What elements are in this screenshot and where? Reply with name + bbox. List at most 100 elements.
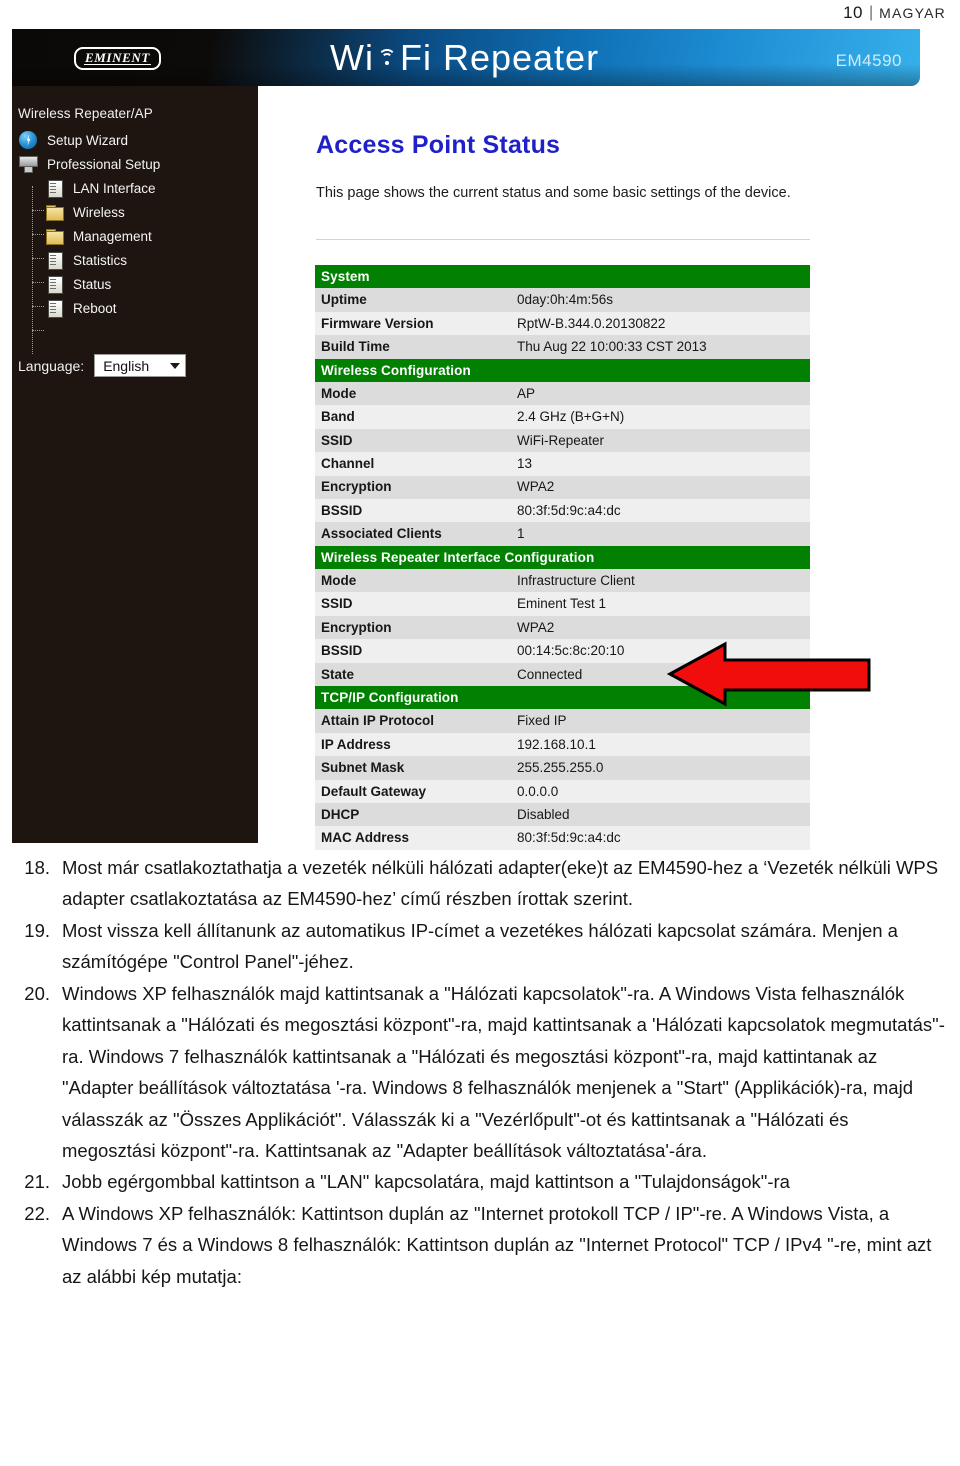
table-cell-key: Uptime: [315, 288, 511, 312]
table-row: IP Address 192.168.10.1: [315, 732, 810, 757]
sidebar-item-label: Professional Setup: [47, 156, 161, 172]
table-cell-key: MAC Address: [315, 826, 511, 850]
table-cell-value: AP: [511, 381, 810, 406]
document-icon: [44, 251, 66, 270]
language-label: Language:: [18, 357, 85, 374]
folder-icon: [44, 203, 66, 221]
router-sidebar: Wireless Repeater/AP Setup Wizard Profes…: [12, 86, 258, 843]
instruction-number: 21.: [24, 1171, 50, 1193]
table-row: DHCP Disabled: [315, 802, 810, 827]
table-cell-value: RptW-B.344.0.20130822: [511, 311, 810, 336]
sidebar-item-setup-wizard[interactable]: Setup Wizard: [18, 128, 254, 152]
table-cell-value: 0.0.0.0: [511, 779, 810, 803]
table-row: Firmware Version RptW-B.344.0.20130822: [315, 311, 810, 336]
page-title: Access Point Status: [316, 131, 561, 159]
table-cell-key: Encryption: [315, 615, 511, 640]
table-row: Channel 13: [315, 452, 810, 476]
page-number: 10: [843, 3, 863, 22]
eminent-logo: EMINENT: [74, 47, 161, 70]
table-row: Build Time Thu Aug 22 10:00:33 CST 2013: [315, 335, 810, 359]
table-section-header: Wireless Repeater Interface Configuratio…: [315, 545, 810, 570]
table-cell-key: DHCP: [315, 802, 511, 827]
table-cell-value: WPA2: [511, 475, 810, 499]
banner-title: Wi Fi Repeater: [330, 37, 599, 79]
table-cell-key: Channel: [315, 452, 511, 476]
document-icon: [44, 275, 66, 294]
page-language-label: MAGYAR: [879, 5, 946, 21]
server-icon: [18, 155, 40, 173]
instruction-number: 20.: [24, 982, 50, 1004]
sidebar-item-label: Wireless: [73, 204, 125, 220]
table-row: Encryption WPA2: [315, 475, 810, 499]
instruction-number: 22.: [24, 1202, 50, 1224]
instruction-number: 19.: [24, 919, 50, 941]
table-row: Subnet Mask 255.255.255.0: [315, 756, 810, 780]
language-select[interactable]: English: [94, 354, 187, 377]
table-cell-key: State: [315, 662, 511, 687]
sidebar-item-label: Statistics: [73, 252, 128, 268]
sidebar-item-professional-setup[interactable]: Professional Setup: [18, 152, 254, 176]
table-cell-key: SSID: [315, 428, 511, 453]
sidebar-item-reboot[interactable]: Reboot: [18, 296, 254, 331]
table-row: SSID Eminent Test 1: [315, 592, 810, 616]
instruction-step: 20. Windows XP felhasználók majd kattints…: [14, 978, 946, 1167]
table-cell-key: Default Gateway: [315, 779, 511, 803]
sidebar-item-lan-interface[interactable]: LAN Interface: [18, 176, 254, 211]
table-cell-key: Associated Clients: [315, 522, 511, 546]
table-cell-value: WiFi-Repeater: [511, 428, 810, 453]
table-row: BSSID 80:3f:5d:9c:a4:dc: [315, 498, 810, 523]
table-cell-value: WPA2: [511, 615, 810, 640]
table-row: Default Gateway 0.0.0.0: [315, 779, 810, 803]
table-cell-key: BSSID: [315, 639, 511, 663]
sidebar-item-management[interactable]: Management: [18, 224, 254, 259]
table-cell-key: SSID: [315, 592, 511, 616]
table-cell-key: Mode: [315, 381, 511, 406]
language-select-value: English: [103, 357, 150, 374]
table-section-label: System: [315, 265, 810, 289]
instruction-step: 22. A Windows XP felhasználók: Kattintson…: [14, 1198, 946, 1292]
instruction-text: A Windows XP felhasználók: Kattintson du…: [62, 1202, 932, 1287]
instruction-step: 19. Most vissza kell állítanunk az automa…: [14, 915, 946, 978]
sidebar-item-label: Status: [73, 276, 112, 292]
sidebar-item-status[interactable]: Status: [18, 272, 254, 307]
table-row: Encryption WPA2: [315, 615, 810, 640]
sidebar-item-wireless[interactable]: Wireless: [18, 200, 254, 235]
instruction-step: 21. Jobb egérgombbal kattintson a "LAN" k…: [14, 1166, 946, 1197]
table-row: Band 2.4 GHz (B+G+N): [315, 405, 810, 429]
router-ui-screenshot: EMINENT Wi Fi Repeater EM4590 Wireless R…: [12, 29, 920, 850]
sidebar-root-label: Wireless Repeater/AP: [18, 106, 153, 121]
banner-model-label: EM4590: [835, 51, 902, 70]
instruction-number: 18.: [24, 857, 50, 878]
table-row: MAC Address 80:3f:5d:9c:a4:dc: [315, 826, 810, 850]
table-cell-value: Fixed IP: [511, 709, 810, 733]
instruction-text: Most már csatlakoztathatja a vezeték nél…: [62, 857, 939, 910]
table-section-label: Wireless Configuration: [315, 358, 810, 382]
page-header-separator: |: [869, 4, 874, 21]
document-page: 10 | MAGYAR EMINENT Wi Fi Repeater EM459…: [0, 0, 960, 1466]
sidebar-item-statistics[interactable]: Statistics: [18, 248, 254, 283]
chevron-down-icon: [170, 362, 181, 369]
table-cell-value: 255.255.255.0: [511, 756, 810, 780]
instruction-list: 18. Most már csatlakoztathatja a vezeték …: [14, 852, 946, 1292]
banner-title-part2: Fi Repeater: [399, 37, 600, 78]
table-cell-key: Encryption: [315, 475, 511, 499]
table-row: Attain IP Protocol Fixed IP: [315, 709, 810, 733]
status-table-body: System Uptime 0day:0h:4m:56s Firmware Versi…: [315, 265, 810, 850]
sidebar-item-label: Reboot: [73, 300, 117, 316]
status-table: System Uptime 0day:0h:4m:56s Firmware Versi…: [315, 265, 810, 850]
table-cell-value: Infrastructure Client: [511, 569, 810, 593]
table-row: Uptime 0day:0h:4m:56s: [315, 288, 810, 312]
table-cell-value: 2.4 GHz (B+G+N): [511, 405, 810, 429]
sidebar-item-label: Setup Wizard: [47, 132, 129, 148]
document-icon: [44, 299, 66, 318]
instruction-text: Jobb egérgombbal kattintson a "LAN" kapc…: [62, 1171, 790, 1193]
table-cell-key: BSSID: [315, 498, 511, 523]
red-left-arrow-icon: [667, 641, 871, 707]
folder-icon: [44, 227, 66, 245]
table-row: Mode Infrastructure Client: [315, 569, 810, 593]
table-cell-key: Band: [315, 405, 511, 429]
table-row: Associated Clients 1: [315, 522, 810, 546]
table-cell-key: Attain IP Protocol: [315, 709, 511, 733]
banner-title-part1: Wi: [330, 37, 374, 78]
instruction-text: Most vissza kell állítanunk az automatik…: [62, 919, 898, 973]
